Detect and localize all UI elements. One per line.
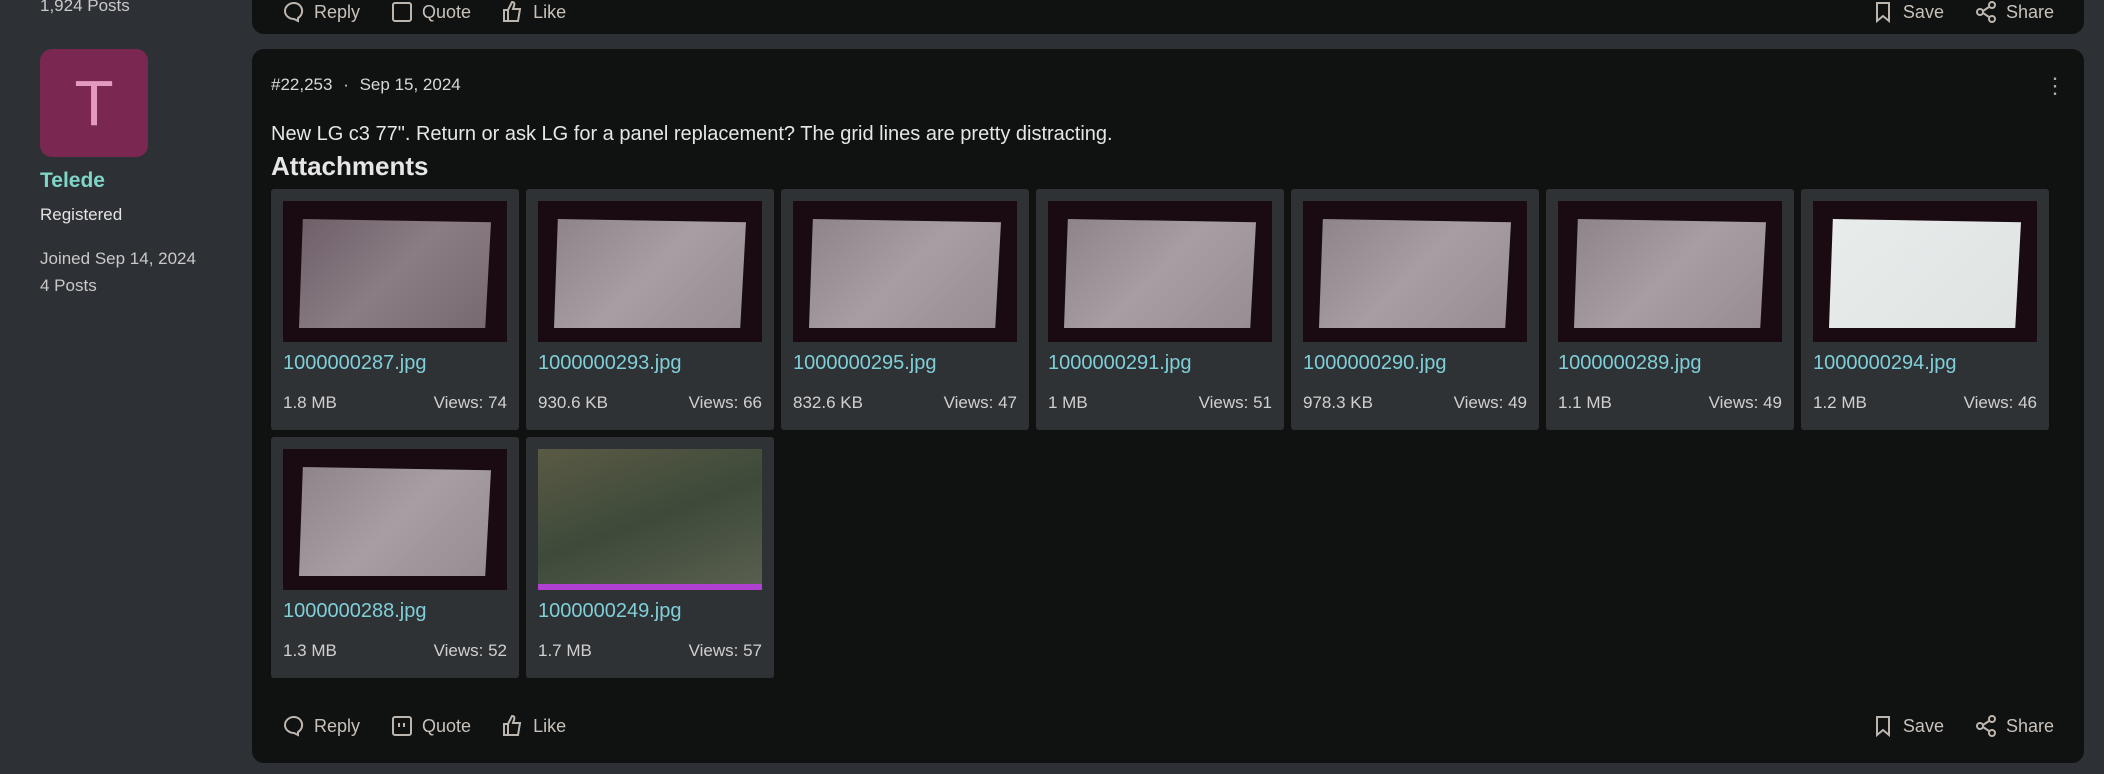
attachment-views: Views: 66 [688, 393, 762, 412]
post-number-link[interactable]: #22,253 [271, 75, 332, 94]
quote-label: Quote [422, 1, 472, 22]
attachment-size: 1.1 MB [1558, 393, 1612, 412]
more-options-icon[interactable]: ⋮ [2044, 73, 2066, 99]
attachment-size: 978.3 KB [1303, 393, 1373, 412]
attachment-size: 1.7 MB [538, 641, 592, 660]
attachment-filename-link[interactable]: 1000000249.jpg [538, 600, 681, 623]
attachment-views: Views: 52 [433, 641, 507, 660]
attachment-tile[interactable]: 1000000289.jpg 1.1 MB Views: 49 [1546, 189, 1794, 430]
attachment-thumbnail[interactable] [1558, 201, 1782, 342]
attachment-thumbnail[interactable] [283, 449, 507, 590]
post-card: #22,253 · Sep 15, 2024 ⋮ New LG c3 77". … [252, 49, 2084, 763]
attachment-thumbnail[interactable] [1048, 201, 1272, 342]
post-meta: #22,253 · Sep 15, 2024 [271, 75, 461, 95]
joined-date: Joined Sep 14, 2024 [40, 249, 196, 268]
bookmark-icon [1875, 2, 1890, 24]
attachment-filename-link[interactable]: 1000000290.jpg [1303, 352, 1446, 375]
avatar[interactable]: T [40, 49, 148, 157]
share-label: Share [2005, 715, 2054, 736]
attachment-thumbnail[interactable] [283, 201, 507, 342]
post-count: 4 Posts [40, 276, 97, 295]
attachment-filename-link[interactable]: 1000000288.jpg [283, 600, 426, 623]
reply-button[interactable]: Reply [282, 714, 360, 738]
quote-icon [392, 716, 413, 736]
attachment-views: Views: 49 [1453, 393, 1527, 412]
share-button[interactable]: Share [1974, 714, 2054, 738]
user-role: Registered [40, 205, 123, 224]
attachment-thumbnail[interactable] [1813, 201, 2037, 342]
attachment-filename-link[interactable]: 1000000291.jpg [1048, 352, 1191, 375]
attachment-filename-link[interactable]: 1000000287.jpg [283, 352, 426, 375]
post-text: New LG c3 77". Return or ask LG for a pa… [271, 123, 1113, 145]
attachment-tile[interactable]: 1000000293.jpg 930.6 KB Views: 66 [526, 189, 774, 430]
attachments-grid: 1000000287.jpg 1.8 MB Views: 74 1000000293.… [271, 189, 2061, 678]
meta-separator: · [343, 75, 349, 94]
post-actions: Reply Quote Like Save Share [282, 714, 2054, 738]
attachment-size: 930.6 KB [538, 393, 608, 412]
attachment-tile[interactable]: 1000000249.jpg 1.7 MB Views: 57 [526, 437, 774, 678]
attachment-thumbnail[interactable] [1303, 201, 1527, 342]
attachment-views: Views: 74 [433, 393, 507, 412]
attachment-tile[interactable]: 1000000295.jpg 832.6 KB Views: 47 [781, 189, 1029, 430]
save-label: Save [1902, 1, 1944, 22]
reply-label: Reply [314, 1, 361, 22]
like-label: Like [533, 715, 567, 736]
attachment-views: Views: 57 [688, 641, 762, 660]
attachment-views: Views: 47 [943, 393, 1017, 412]
attachment-tile[interactable]: 1000000290.jpg 978.3 KB Views: 49 [1291, 189, 1539, 430]
previous-post-card: Reply Quote Like Save Share [252, 0, 2084, 34]
attachment-tile[interactable]: 1000000288.jpg 1.3 MB Views: 52 [271, 437, 519, 678]
attachment-filename-link[interactable]: 1000000293.jpg [538, 352, 681, 375]
share-icon [1975, 715, 1996, 737]
quote-button[interactable]: Quote [390, 0, 471, 24]
attachments-heading: Attachments [271, 151, 429, 181]
attachment-tile[interactable]: 1000000294.jpg 1.2 MB Views: 46 [1801, 189, 2049, 430]
attachment-views: Views: 46 [1963, 393, 2037, 412]
like-button[interactable]: Like [501, 714, 566, 738]
save-button[interactable]: Save [1871, 0, 1944, 24]
share-icon [1975, 1, 1996, 23]
reply-button[interactable]: Reply [282, 0, 360, 24]
share-label: Share [2005, 1, 2054, 22]
avatar-letter: T [74, 67, 114, 139]
reply-icon [284, 1, 304, 23]
previous-user-post-count: 1,924 Posts [40, 0, 130, 15]
attachment-views: Views: 51 [1198, 393, 1272, 412]
attachment-filename-link[interactable]: 1000000294.jpg [1813, 352, 1956, 375]
attachment-thumbnail[interactable] [793, 201, 1017, 342]
attachment-views: Views: 49 [1708, 393, 1782, 412]
post-date[interactable]: Sep 15, 2024 [360, 75, 461, 94]
attachment-tile[interactable]: 1000000291.jpg 1 MB Views: 51 [1036, 189, 1284, 430]
attachment-size: 1.2 MB [1813, 393, 1867, 412]
quote-button[interactable]: Quote [390, 714, 471, 738]
save-button[interactable]: Save [1871, 714, 1944, 738]
share-button[interactable]: Share [1974, 0, 2054, 24]
reply-icon [284, 715, 304, 737]
quote-icon [392, 2, 413, 22]
user-info: T Telede Registered Joined Sep 14, 2024 … [40, 49, 240, 299]
username-link[interactable]: Telede [40, 169, 240, 193]
like-icon [503, 714, 522, 736]
attachment-thumbnail[interactable] [538, 201, 762, 342]
user-stats: Joined Sep 14, 2024 4 Posts [40, 245, 240, 299]
attachment-size: 832.6 KB [793, 393, 863, 412]
previous-post-actions: Reply Quote Like Save Share [282, 0, 2054, 24]
attachment-filename-link[interactable]: 1000000295.jpg [793, 352, 936, 375]
like-button[interactable]: Like [501, 0, 566, 24]
bookmark-icon [1875, 716, 1890, 738]
like-icon [503, 0, 522, 22]
save-label: Save [1902, 715, 1944, 736]
like-label: Like [533, 1, 567, 22]
attachment-tile[interactable]: 1000000287.jpg 1.8 MB Views: 74 [271, 189, 519, 430]
reply-label: Reply [314, 715, 361, 736]
attachment-size: 1 MB [1048, 393, 1088, 412]
attachment-size: 1.3 MB [283, 641, 337, 660]
attachment-size: 1.8 MB [283, 393, 337, 412]
quote-label: Quote [422, 715, 472, 736]
attachment-thumbnail[interactable] [538, 449, 762, 590]
attachment-filename-link[interactable]: 1000000289.jpg [1558, 352, 1701, 375]
